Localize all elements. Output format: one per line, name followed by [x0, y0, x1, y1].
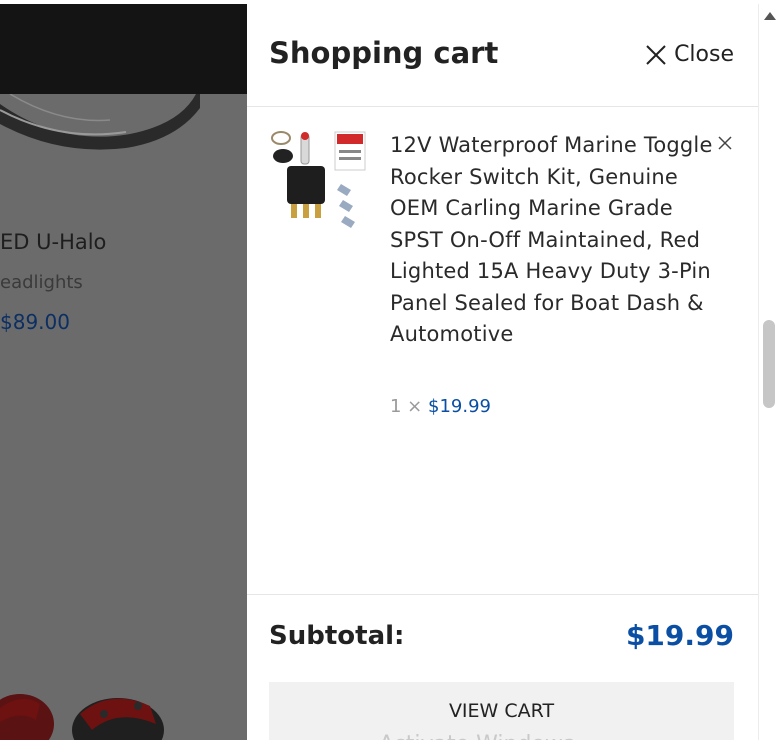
close-button[interactable]: Close — [646, 42, 734, 67]
shopping-cart-drawer: Shopping cart Close 12V Waterproof Marin… — [247, 4, 758, 740]
subtotal-label: Subtotal: — [269, 621, 405, 651]
view-cart-button[interactable]: VIEW CART Activate Windows — [269, 682, 734, 740]
brake-caliper-product-image — [0, 694, 164, 740]
close-x-icon — [646, 44, 666, 65]
remove-x-icon[interactable] — [716, 134, 734, 152]
cart-title: Shopping cart — [269, 36, 499, 70]
cart-header: Shopping cart Close — [247, 4, 758, 107]
background-product-price: $89.00 — [0, 310, 70, 334]
vertical-scrollbar[interactable] — [758, 4, 780, 740]
cart-item-name[interactable]: 12V Waterproof Marine Toggle Rocker Swit… — [390, 130, 720, 351]
cart-footer: Subtotal: $19.99 VIEW CART Activate Wind… — [247, 594, 758, 740]
subtotal-value: $19.99 — [625, 619, 734, 652]
headlight-product-image — [0, 94, 200, 150]
background-product-title[interactable]: ED U-Halo — [0, 230, 106, 254]
cart-item-price: $19.99 — [428, 396, 491, 417]
cart-item: 12V Waterproof Marine Toggle Rocker Swit… — [269, 130, 734, 430]
triangle-up-icon[interactable] — [762, 10, 778, 22]
background-product-subtitle: eadlights — [0, 272, 83, 293]
close-label: Close — [674, 42, 734, 67]
cart-item-quantity-price: 1 × $19.99 — [390, 396, 491, 417]
background-header-bar — [0, 4, 247, 94]
cart-item-quantity: 1 × — [390, 396, 423, 417]
scrollbar-thumb[interactable] — [763, 320, 775, 408]
background-page-overlay[interactable]: ED U-Halo eadlights $89.00 — [0, 4, 247, 740]
toggle-switch-kit-thumbnail[interactable] — [269, 130, 369, 230]
view-cart-label: VIEW CART — [448, 700, 555, 722]
activate-windows-watermark: Activate Windows — [379, 732, 574, 740]
